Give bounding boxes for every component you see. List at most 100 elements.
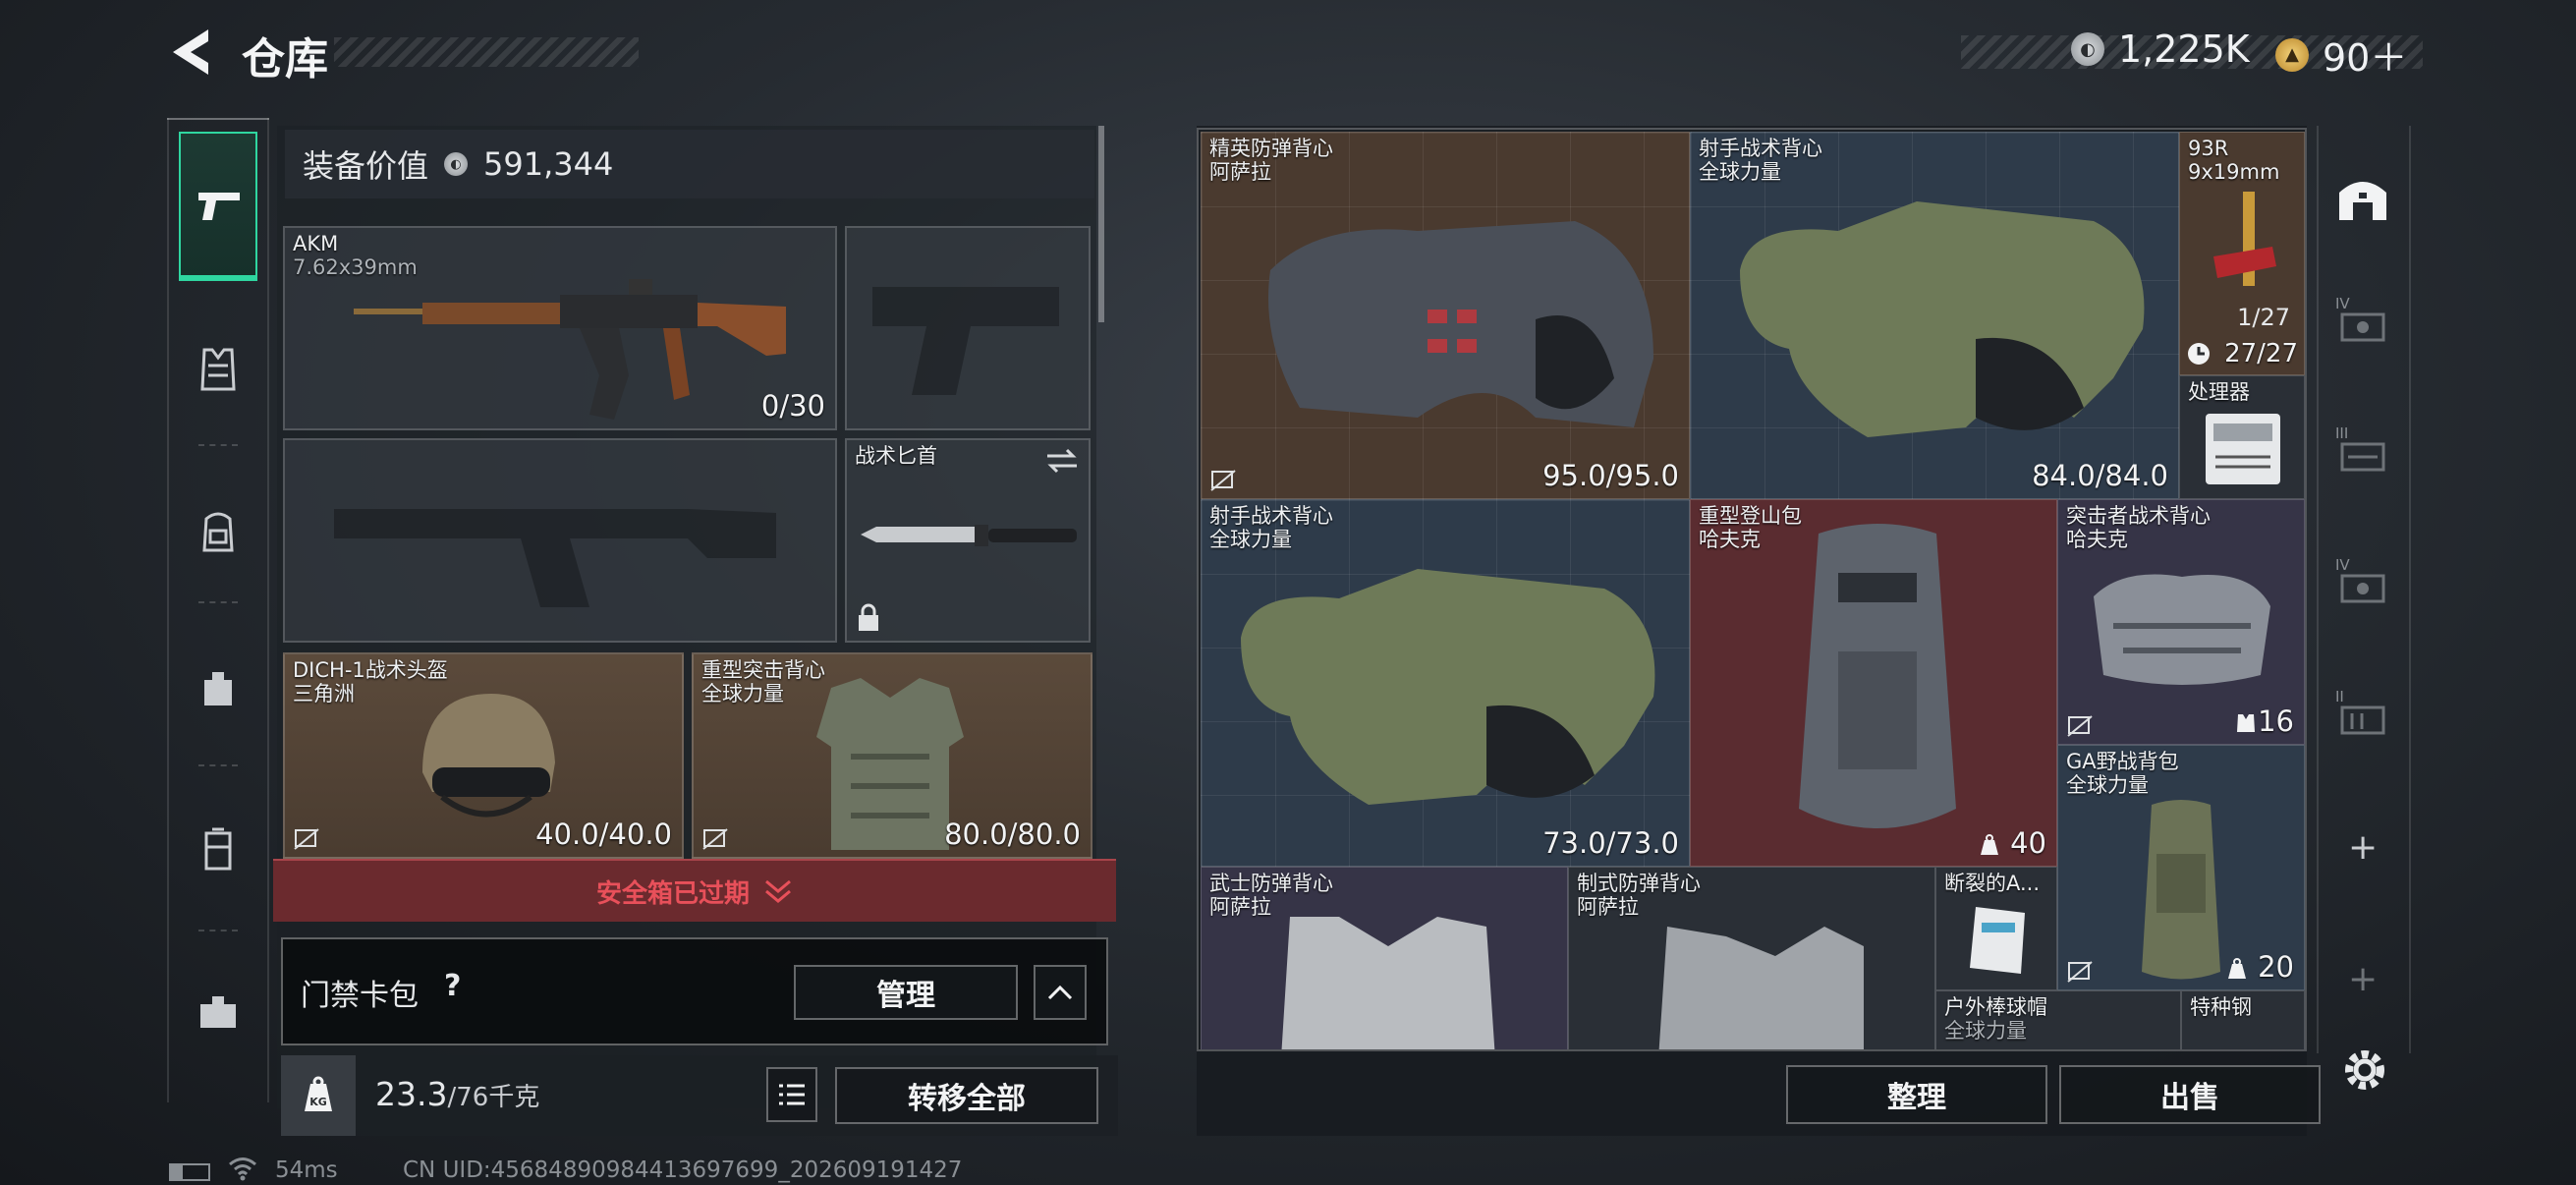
nav-separator [198,930,238,931]
transfer-all-button[interactable]: 转移全部 [835,1067,1098,1124]
chevron-double-down-icon [765,879,791,903]
backpack-icon [202,512,234,552]
item-capacity: 16 [2258,705,2294,738]
stash-item[interactable]: 重型登山包 哈夫克 40 [1690,499,2057,867]
item-name: 断裂的A... [1944,872,2041,895]
item-durability: 84.0/84.0 [2032,459,2168,492]
nav-separator [198,601,238,603]
stash-tab-tier-4[interactable]: IV [2333,295,2392,354]
knife-image [861,525,1077,546]
nav-item-toolbox[interactable] [179,973,257,1051]
item-name: 射手战术背心 [1209,504,1333,528]
stash-item[interactable]: 处理器 [2179,375,2305,499]
item-subtitle: 9x19mm [2188,160,2280,184]
nav-item-backpack[interactable] [179,491,257,570]
sort-button[interactable]: 整理 [1786,1065,2047,1124]
stash-item[interactable]: 制式防弹背心 阿萨拉 [1568,867,1935,1049]
item-name: 突击者战术背心 [2066,504,2211,528]
elite-vest-image [1268,221,1653,427]
helmet-faction: 三角洲 [293,682,355,705]
stash-tab-main[interactable] [2333,167,2392,226]
item-ammo: 1/27 [2237,304,2290,331]
nav-item-pouch[interactable] [179,649,257,727]
stash-item[interactable]: 武士防弹背心 阿萨拉 [1201,867,1568,1049]
stash-tab-tier-3[interactable]: III [2333,424,2392,483]
manage-button[interactable]: 管理 [794,965,1018,1020]
item-capacity: 20 [2258,950,2294,984]
weight-readout: 23.3/76千克 [375,1075,539,1113]
stash-item[interactable]: 射手战术背心 全球力量 73.0/73.0 [1201,499,1690,867]
item-subtitle: 全球力量 [1699,160,1781,184]
item-name: 武士防弹背心 [1209,872,1333,895]
safebox-expired-text: 安全箱已过期 [595,878,750,909]
stash-item[interactable]: GA野战背包 全球力量 20 [2057,745,2305,990]
item-name: 制式防弹背心 [1577,872,1701,895]
nav-item-case[interactable] [179,810,257,888]
user-uid: CN UID:45684890984413697699_202609191427 [403,1157,963,1183]
safebox-expired-bar[interactable]: 安全箱已过期 [273,859,1116,922]
stash-item[interactable]: 精英防弹背心 阿萨拉 95.0/95.0 [1201,132,1690,499]
tier-label: III [2335,424,2349,442]
helmet-durability: 40.0/40.0 [535,818,672,851]
silver-coin-icon: ◐ [444,152,469,176]
swap-icon[interactable] [1045,446,1079,476]
back-arrow-icon [173,29,208,75]
tier-label: II [2335,688,2344,705]
weapon-ammo: 0/30 [760,389,825,423]
item-subtitle: 哈夫克 [2066,528,2128,551]
akm-rifle-image [354,279,786,420]
stash-tab-tier-4b[interactable]: IV [2333,556,2392,615]
armor-faction: 全球力量 [701,682,784,705]
settings-gear-icon[interactable] [2340,1045,2389,1099]
ping-readout: 54ms [275,1157,338,1183]
nav-item-vest[interactable] [179,330,257,409]
currency-silver[interactable]: ◐ 1,225K [2071,28,2250,71]
loadout-scrollbar[interactable] [1098,126,1104,322]
vest-slots-icon [2237,714,2255,732]
pistol-icon [198,193,240,220]
battery-icon [169,1163,210,1181]
stash-item[interactable]: 突击者战术背心 哈夫克 16 [2057,499,2305,745]
weapon-name: AKM [293,232,339,255]
armor-durability: 80.0/80.0 [944,818,1081,851]
helmet-image [422,694,555,818]
lock-icon [859,603,878,631]
slot-helmet[interactable]: DICH-1战术头盔 三角洲 40.0/40.0 [283,652,684,859]
rifle-silhouette-icon [334,509,776,607]
stash-item[interactable]: 户外棒球帽 全球力量 [1935,990,2181,1049]
slot-pistol-empty[interactable] [845,226,1091,430]
stash-tab-tier-2[interactable]: II [2333,688,2392,747]
list-view-button[interactable] [766,1067,817,1122]
slot-primary-weapon[interactable]: AKM 7.62x39mm 0/30 [283,226,837,430]
processor-image [2206,414,2280,484]
item-subtitle: 哈夫克 [1699,528,1761,551]
equipment-value-row: 装备价值 ◐ 591,344 [285,130,1094,198]
no-insure-icon [702,828,728,850]
slot-knife[interactable]: 战术匕首 [845,438,1091,643]
back-button[interactable] [165,26,224,79]
stash-item[interactable]: 93R 9x19mm 1/27 27/27 [2179,132,2305,375]
nav-top-line [167,118,269,120]
slot-armor[interactable]: 重型突击背心 全球力量 80.0/80.0 [692,652,1092,859]
assault-vest-image [2094,574,2270,685]
keycard-help-icon[interactable]: ? [444,969,461,1003]
tier-label: IV [2335,556,2350,574]
item-name: 精英防弹背心 [1209,137,1333,160]
currency-gold[interactable]: ▲ 90＋ [2275,28,2407,82]
sell-button[interactable]: 出售 [2059,1065,2321,1124]
mountaineer-backpack-image [1799,524,1956,828]
item-ammo-total: 27/27 [2224,339,2298,368]
equipment-value: 591,344 [483,145,614,183]
collapse-button[interactable] [1034,965,1087,1020]
clock-icon [2188,343,2210,365]
nav-separator [198,764,238,766]
item-name: 93R [2188,137,2229,160]
marksman-vest-image [1241,569,1655,805]
nav-item-weapons[interactable] [179,132,257,281]
stash-item[interactable]: 射手战术背心 全球力量 84.0/84.0 [1690,132,2179,499]
stash-item[interactable]: 特种钢 [2181,990,2305,1049]
crate-icon [2340,705,2385,735]
stash-item[interactable]: 断裂的A... [1935,867,2057,990]
slot-secondary-weapon-empty[interactable] [283,438,837,643]
add-stash-tab-button[interactable]: + [2348,827,2378,868]
